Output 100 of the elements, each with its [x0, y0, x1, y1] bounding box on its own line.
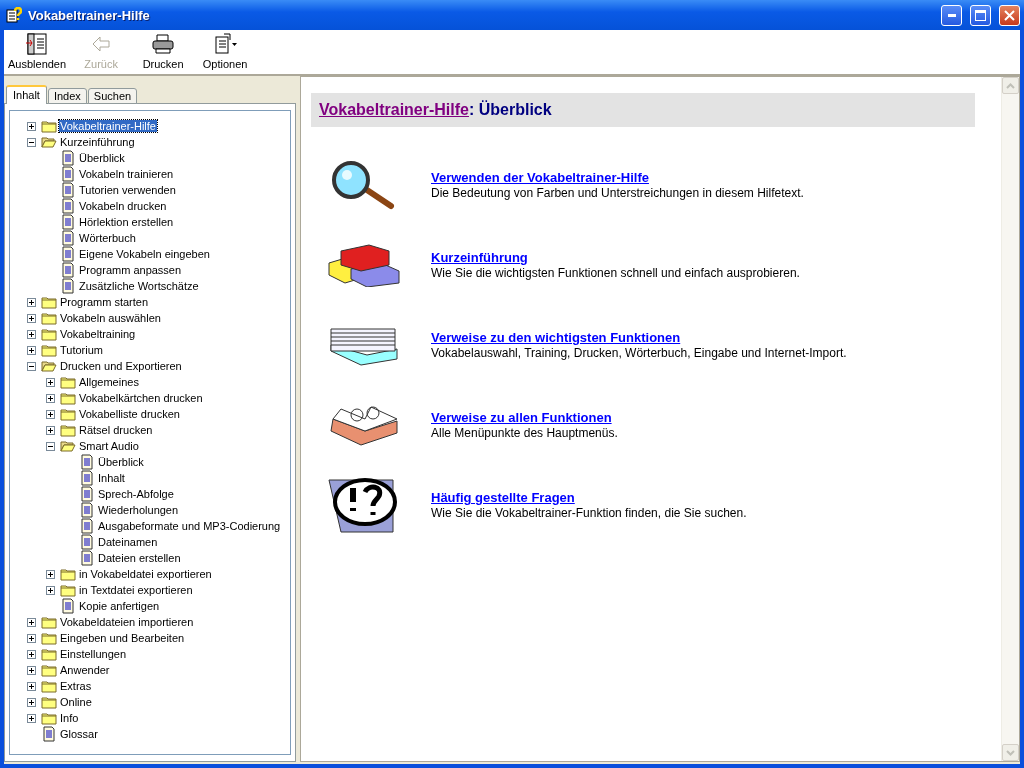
folder-icon [41, 630, 57, 646]
maximize-icon [975, 9, 986, 21]
expand-icon[interactable] [46, 409, 55, 419]
tree-item[interactable]: Wiederholungen [97, 504, 180, 516]
tree-item[interactable]: Eingeben und Bearbeiten [59, 632, 186, 644]
tree-item[interactable]: Drucken und Exportieren [59, 360, 183, 372]
expand-icon[interactable] [27, 681, 36, 691]
expand-icon[interactable] [27, 649, 36, 659]
tree-item[interactable]: Hörlektion erstellen [78, 216, 175, 228]
toolbar-button[interactable]: Optionen [196, 32, 255, 70]
topic-description: Wie Sie die Vokabeltrainer-Funktion finden, die Sie suchen. [431, 506, 747, 520]
expand-icon[interactable] [46, 377, 55, 387]
tree-item[interactable]: Vokabeln drucken [78, 200, 168, 212]
document-icon [60, 246, 76, 262]
document-icon [60, 262, 76, 278]
tree-item[interactable]: Glossar [59, 728, 99, 740]
tree-item[interactable]: Vokabeltrainer-Hilfe [59, 120, 157, 132]
topic-description: Die Bedeutung von Farben und Unterstreichungen in diesem Hilfetext. [431, 186, 804, 200]
expand-icon[interactable] [27, 345, 36, 355]
tree-item[interactable]: Eigene Vokabeln eingeben [78, 248, 211, 260]
tree-item[interactable]: Ausgabeformate und MP3-Codierung [97, 520, 282, 532]
document-icon [60, 214, 76, 230]
tab[interactable]: Inhalt [6, 85, 47, 104]
help-book-icon [6, 7, 22, 23]
tree-item[interactable]: Programm starten [59, 296, 150, 308]
heading-link[interactable]: Vokabeltrainer-Hilfe [319, 101, 469, 118]
collapse-icon[interactable] [27, 361, 36, 371]
folder-icon [41, 614, 57, 630]
tree-item[interactable]: Vokabeln trainieren [78, 168, 175, 180]
topic-link[interactable]: Häufig gestellte Fragen [431, 490, 575, 505]
expand-icon[interactable] [27, 713, 36, 723]
expand-icon[interactable] [27, 329, 36, 339]
expand-icon[interactable] [27, 121, 36, 131]
document-icon [60, 198, 76, 214]
document-icon [60, 182, 76, 198]
expand-icon[interactable] [27, 617, 36, 627]
maximize-button[interactable] [970, 4, 991, 26]
topic-description: Wie Sie die wichtigsten Funktionen schnell und einfach ausprobieren. [431, 266, 800, 280]
topic-link[interactable]: Verweise zu den wichtigsten Funktionen [431, 330, 681, 345]
tree-item[interactable]: in Vokabeldatei exportieren [78, 568, 213, 580]
topic-link[interactable]: Kurzeinführung [431, 250, 528, 265]
tree-item[interactable]: Anwender [59, 664, 111, 676]
document-icon [79, 550, 95, 566]
tree-item[interactable]: Programm anpassen [78, 264, 183, 276]
tree-item[interactable]: Vokabeldateien importieren [59, 616, 195, 628]
tree-item[interactable]: Vokabelkärtchen drucken [78, 392, 204, 404]
tree-item[interactable]: Dateinamen [97, 536, 159, 548]
tree-item[interactable]: Überblick [78, 152, 126, 164]
collapse-icon[interactable] [27, 137, 36, 147]
tree-item[interactable]: Tutorien verwenden [78, 184, 177, 196]
tree-item[interactable]: Online [59, 696, 93, 708]
folder-icon [60, 582, 76, 598]
minimize-button[interactable] [941, 4, 962, 26]
tree-item[interactable]: Vokabelliste drucken [78, 408, 181, 420]
tree-item[interactable]: Wörterbuch [78, 232, 137, 244]
minimize-icon [947, 13, 956, 17]
expand-icon[interactable] [27, 297, 36, 307]
caret-up-icon [1006, 82, 1015, 89]
close-icon [1004, 9, 1015, 21]
collapse-icon[interactable] [46, 441, 55, 451]
tree-item[interactable]: Einstellungen [59, 648, 128, 660]
close-button[interactable] [999, 4, 1020, 26]
tree-item[interactable]: Kopie anfertigen [78, 600, 161, 612]
tree-item[interactable]: Vokabeltraining [59, 328, 137, 340]
folder-icon [41, 326, 57, 342]
expand-icon[interactable] [46, 585, 55, 595]
tree-item[interactable]: Inhalt [97, 472, 126, 484]
topic-description: Vokabelauswahl, Training, Drucken, Wörterbuch, Eingabe und Internet-Import. [431, 346, 847, 360]
tree-item[interactable]: Smart Audio [78, 440, 140, 452]
tree-item[interactable]: Tutorium [59, 344, 104, 356]
expand-icon[interactable] [27, 633, 36, 643]
tree-item[interactable]: Info [59, 712, 80, 724]
folder-icon [41, 646, 57, 662]
toolbar-button[interactable]: Drucken [134, 32, 193, 70]
toolbar-button[interactable]: Ausblenden [6, 32, 69, 70]
expand-icon[interactable] [46, 393, 55, 403]
tab[interactable]: Index [47, 88, 87, 104]
building-blocks-icon [327, 243, 403, 287]
tree-item[interactable]: Zusätzliche Wortschätze [78, 280, 200, 292]
tree-item[interactable]: Sprech-Abfolge [97, 488, 175, 500]
tree-item[interactable]: Allgemeines [78, 376, 140, 388]
folder-icon [41, 294, 57, 310]
tree-item[interactable]: Extras [59, 680, 93, 692]
tree-item[interactable]: Überblick [97, 456, 145, 468]
folder-icon [60, 406, 76, 422]
tab[interactable]: Suchen [87, 88, 138, 104]
tree-item[interactable]: Kurzeinführung [59, 136, 136, 148]
topic-link[interactable]: Verwenden der Vokabeltrainer-Hilfe [431, 170, 649, 185]
expand-icon[interactable] [46, 569, 55, 579]
expand-icon[interactable] [27, 313, 36, 323]
document-icon [79, 470, 95, 486]
tree-item[interactable]: in Textdatei exportieren [78, 584, 194, 596]
heading-text: : Überblick [468, 101, 552, 118]
expand-icon[interactable] [27, 697, 36, 707]
tree-item[interactable]: Vokabeln auswählen [59, 312, 162, 324]
topic-link[interactable]: Verweise zu allen Funktionen [431, 410, 612, 425]
tree-item[interactable]: Rätsel drucken [78, 424, 154, 436]
expand-icon[interactable] [27, 665, 36, 675]
tree-item[interactable]: Dateien erstellen [97, 552, 182, 564]
expand-icon[interactable] [46, 425, 55, 435]
